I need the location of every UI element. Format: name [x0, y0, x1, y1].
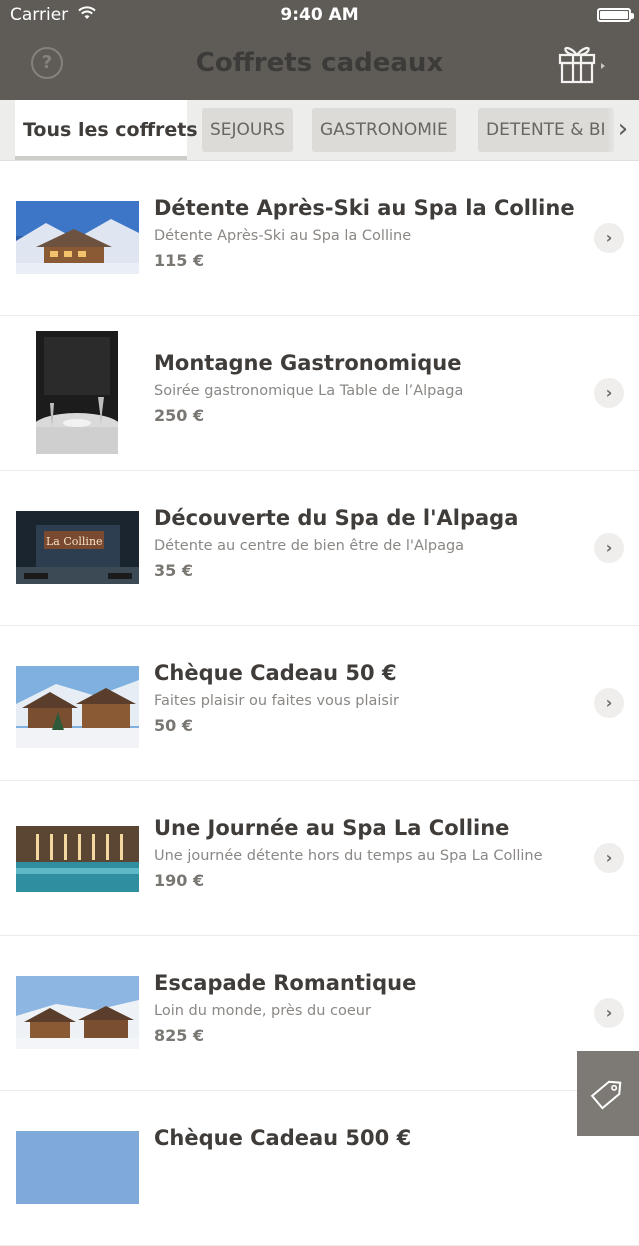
item-info: Chèque Cadeau 500 €: [154, 1126, 574, 1158]
item-subtitle: Une journée détente hors du temps au Spa…: [154, 848, 543, 864]
category-tabs: Tous les coffrets SEJOURS GASTRONOMIE DE…: [0, 100, 639, 161]
image-logo-text: La Colline: [46, 535, 103, 548]
chevron-right-icon[interactable]: ›: [594, 688, 624, 718]
item-price: 190 €: [154, 871, 205, 890]
chevron-right-icon[interactable]: ›: [594, 843, 624, 873]
item-title: Chèque Cadeau 50 €: [154, 661, 397, 685]
item-price: 250 €: [154, 406, 205, 425]
page-title: Coffrets cadeaux: [195, 48, 444, 78]
list-item[interactable]: Escapade Romantique Loin du monde, près …: [0, 936, 639, 1091]
tab-sejours[interactable]: SEJOURS: [202, 108, 293, 152]
item-subtitle: Soirée gastronomique La Table de l’Alpag…: [154, 383, 464, 399]
list-item[interactable]: Une Journée au Spa La Colline Une journé…: [0, 781, 639, 936]
item-thumbnail: [16, 201, 139, 274]
item-subtitle: Faites plaisir ou faites vous plaisir: [154, 693, 399, 709]
item-subtitle: Détente Après-Ski au Spa la Colline: [154, 228, 412, 244]
item-info: Une Journée au Spa La Colline Une journé…: [154, 816, 574, 890]
list-item[interactable]: Chèque Cadeau 500 €: [0, 1091, 639, 1246]
item-subtitle: Détente au centre de bien être de l'Alpa…: [154, 538, 465, 554]
list-item[interactable]: Détente Après-Ski au Spa la Colline Déte…: [0, 161, 639, 316]
tab-label: SEJOURS: [210, 120, 285, 140]
item-subtitle: Loin du monde, près du coeur: [154, 1003, 371, 1019]
tab-detente-bien-etre[interactable]: DETENTE & BI: [478, 108, 614, 152]
list-item[interactable]: La Colline Découverte du Spa de l'Alpaga…: [0, 471, 639, 626]
chevron-right-icon[interactable]: ›: [594, 998, 624, 1028]
item-info: Montagne Gastronomique Soirée gastronomi…: [154, 351, 574, 425]
item-price: 35 €: [154, 561, 193, 580]
item-title: Découverte du Spa de l'Alpaga: [154, 506, 519, 530]
tag-icon: [590, 1080, 622, 1110]
chevron-right-icon[interactable]: ›: [607, 100, 639, 160]
item-title: Chèque Cadeau 500 €: [154, 1126, 412, 1150]
status-time: 9:40 AM: [280, 5, 359, 25]
item-info: Escapade Romantique Loin du monde, près …: [154, 971, 574, 1045]
item-thumbnail: La Colline: [16, 511, 139, 584]
item-thumbnail: [16, 666, 139, 748]
item-thumbnail: [36, 331, 118, 454]
battery-icon: [597, 8, 634, 22]
item-title: Détente Après-Ski au Spa la Colline: [154, 196, 575, 220]
item-title: Montagne Gastronomique: [154, 351, 462, 375]
tab-label: DETENTE & BI: [486, 120, 606, 140]
chevron-right-icon[interactable]: ›: [594, 223, 624, 253]
chevron-right-icon[interactable]: ›: [594, 533, 624, 563]
tag-button[interactable]: [577, 1051, 639, 1136]
list-item[interactable]: Chèque Cadeau 50 € Faites plaisir ou fai…: [0, 626, 639, 781]
gift-box-list: Détente Après-Ski au Spa la Colline Déte…: [0, 161, 639, 1246]
item-thumbnail: [16, 826, 139, 892]
tab-label: Tous les coffrets: [23, 119, 198, 141]
gift-icon[interactable]: [557, 44, 611, 84]
item-thumbnail: [16, 976, 139, 1049]
item-info: Chèque Cadeau 50 € Faites plaisir ou fai…: [154, 661, 574, 735]
list-item[interactable]: Montagne Gastronomique Soirée gastronomi…: [0, 316, 639, 471]
chevron-right-icon[interactable]: ›: [594, 378, 624, 408]
item-thumbnail: [16, 1131, 139, 1204]
status-bar: Carrier 9:40 AM: [0, 0, 639, 32]
item-title: Escapade Romantique: [154, 971, 417, 995]
tab-tous-les-coffrets[interactable]: Tous les coffrets: [15, 100, 198, 160]
item-price: 825 €: [154, 1026, 205, 1045]
header-bar: Carrier 9:40 AM ? Coffrets cadeaux: [0, 0, 639, 100]
item-price: 50 €: [154, 716, 193, 735]
item-info: Découverte du Spa de l'Alpaga Détente au…: [154, 506, 574, 580]
item-title: Une Journée au Spa La Colline: [154, 816, 510, 840]
tab-label: GASTRONOMIE: [320, 120, 448, 140]
tab-gastronomie[interactable]: GASTRONOMIE: [312, 108, 456, 152]
item-info: Détente Après-Ski au Spa la Colline Déte…: [154, 196, 575, 270]
item-price: 115 €: [154, 251, 205, 270]
